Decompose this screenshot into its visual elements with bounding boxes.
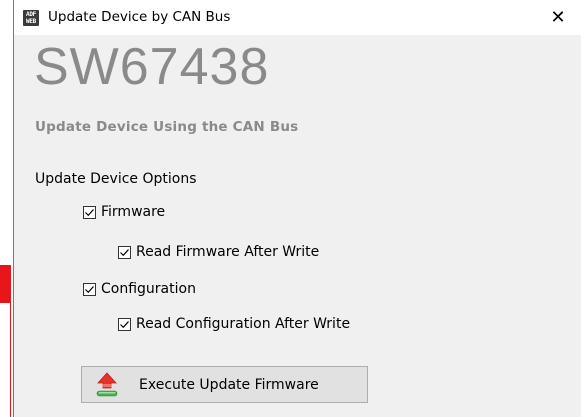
window-title: Update Device by CAN Bus (48, 9, 231, 25)
read-firmware-label: Read Firmware After Write (136, 244, 320, 260)
app-name: SW67438 (34, 38, 270, 96)
app-logo-icon: ADF WEB (23, 10, 39, 26)
app-logo-line-1: ADF (26, 11, 36, 18)
checkmark-icon (120, 320, 129, 328)
checkmark-icon (120, 248, 129, 256)
background-window (0, 0, 13, 417)
firmware-checkbox-row[interactable]: Firmware (83, 204, 165, 220)
read-configuration-checkbox[interactable] (118, 317, 131, 331)
configuration-label: Configuration (101, 281, 196, 297)
app-logo-line-2: WEB (26, 18, 36, 25)
read-firmware-checkbox-row[interactable]: Read Firmware After Write (118, 244, 319, 260)
firmware-label: Firmware (101, 204, 166, 220)
options-section-title: Update Device Options (35, 171, 197, 187)
execute-update-firmware-button[interactable]: Execute Update Firmware (81, 366, 368, 403)
dialog-content: SW67438 Update Device Using the CAN Bus … (14, 35, 581, 417)
title-bar[interactable]: ADF WEB Update Device by CAN Bus ✕ (14, 0, 581, 35)
checkmark-icon (85, 285, 94, 293)
close-button[interactable]: ✕ (535, 0, 581, 35)
execute-button-label: Execute Update Firmware (139, 376, 319, 393)
update-device-dialog: ADF WEB Update Device by CAN Bus ✕ SW674… (13, 0, 581, 417)
checkmark-icon (85, 208, 94, 216)
close-icon: ✕ (550, 7, 566, 28)
firmware-checkbox[interactable] (83, 205, 96, 219)
app-subtitle: Update Device Using the CAN Bus (35, 119, 299, 135)
read-configuration-checkbox-row[interactable]: Read Configuration After Write (118, 316, 350, 332)
configuration-checkbox-row[interactable]: Configuration (83, 281, 196, 297)
read-firmware-checkbox[interactable] (118, 245, 131, 259)
upload-arrow-icon (96, 371, 118, 398)
read-configuration-label: Read Configuration After Write (136, 316, 351, 332)
background-red-border (10, 265, 11, 417)
configuration-checkbox[interactable] (83, 282, 96, 296)
